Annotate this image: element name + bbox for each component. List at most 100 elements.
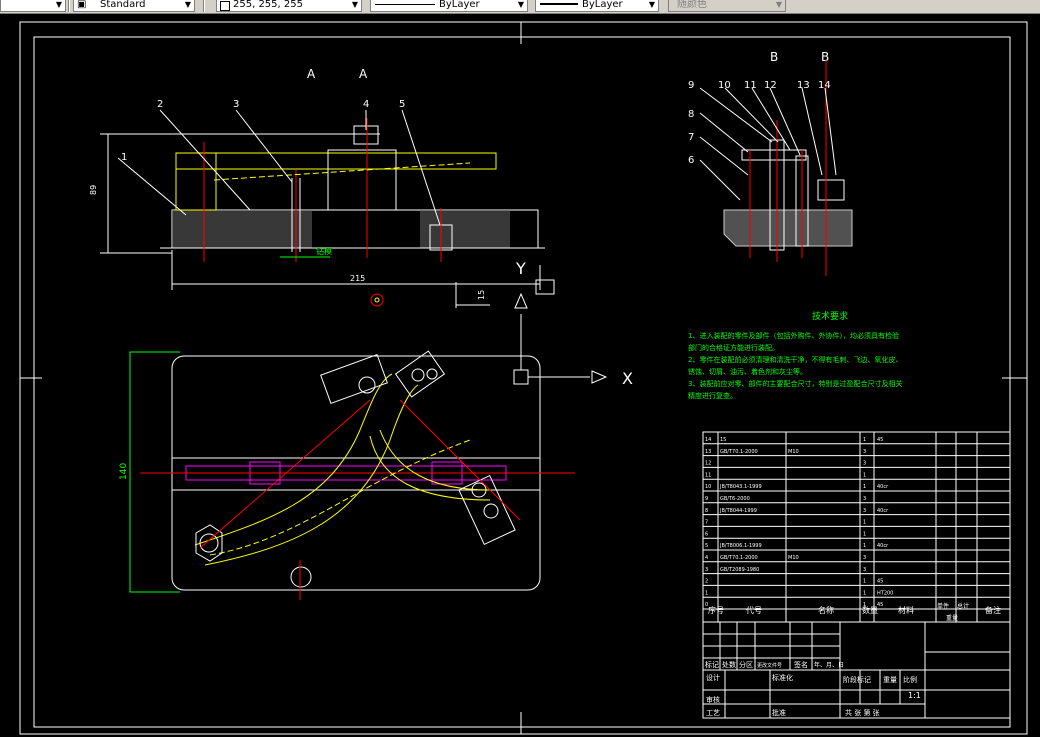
bom-header-unit: 单件 (937, 602, 949, 610)
tech-line-6: 精度进行复查。 (688, 391, 737, 400)
clamp-post (327, 149, 397, 211)
bom-cell: 40cr (877, 543, 889, 549)
tech-line-5: 3、装配前应对零、部件的主要配合尺寸，特别是过盈配合尺寸及相关 (688, 379, 902, 388)
bom-cell: 1 (863, 520, 866, 526)
chevron-down-icon: ▼ (648, 0, 655, 9)
bom-header-no: 序号 (708, 605, 724, 615)
linetype-select[interactable]: ByLayer ▼ (370, 0, 528, 12)
linetype-sample (375, 4, 435, 5)
bom-cell: GB/T6-2000 (720, 496, 750, 502)
tb-zone: 分区 (739, 660, 753, 669)
dropdown-left-stub[interactable]: ▼ (0, 0, 66, 12)
bom-cell: M10 (788, 449, 799, 455)
bom-cell: 3 (705, 567, 708, 573)
bom-cell: 1 (863, 590, 866, 596)
leader-12: 12 (764, 80, 777, 91)
tb-design: 设计 (706, 673, 720, 682)
section-base (723, 209, 853, 247)
bom-cell: GB/T2089-1980 (720, 567, 759, 573)
title-block (702, 621, 1011, 719)
color-value: 255, 255, 255 (233, 0, 303, 10)
chevron-down-icon: ▼ (775, 0, 782, 9)
tech-line-2: 部门的合格证方能进行装配。 (688, 343, 779, 352)
linetype-value: ByLayer (439, 0, 480, 10)
plot-style-value: 随颜色 (677, 0, 707, 10)
bom-cell: 2 (705, 579, 708, 585)
front-view-leaders: 1 2 3 4 5 (117, 99, 441, 226)
bom-cell: M10 (788, 555, 799, 561)
chevron-down-icon: ▼ (55, 0, 62, 9)
clamp-block-right (458, 474, 516, 546)
text-style-value: Standard (100, 0, 146, 10)
tb-process: 工艺 (706, 709, 720, 717)
tech-line-4: 锈蚀、切屑、油污、着色剂和灰尘等。 (688, 367, 807, 376)
bom-cell: 1 (863, 437, 866, 443)
toolbar-separator (203, 0, 205, 12)
dim-width: 215 (350, 274, 365, 283)
leader-6: 6 (688, 155, 694, 166)
bom-cell: 3 (863, 496, 866, 502)
bom-cell: 45 (877, 579, 883, 585)
plot-style-select: 随颜色 ▼ (668, 0, 786, 12)
bom-header-remark: 备注 (985, 605, 1001, 615)
tech-line-3: 2、零件在装配前必须清理和清洗干净，不得有毛刺、飞边、氧化皮、 (688, 355, 902, 364)
dim-vertical: 140 (119, 463, 129, 480)
tb-weight: 重量 (883, 676, 897, 684)
bom-cell: 1 (863, 579, 866, 585)
leader-1: 1 (121, 152, 127, 163)
ucs-icon (513, 292, 608, 385)
bom-header-total: 总计 (957, 602, 969, 610)
drawing-canvas[interactable]: A A B B 89 215 15 钻模 1 2 3 4 5 Y X 140 9… (0, 14, 1040, 737)
chevron-down-icon: ▼ (517, 0, 524, 9)
bom-cell: JB/T8006.1-1999 (719, 543, 762, 549)
leader-9: 9 (688, 80, 694, 91)
small-bolt (370, 293, 384, 307)
color-swatch-icon (220, 1, 230, 11)
bom-cell: 3 (863, 555, 866, 561)
bom-cell: 1 (705, 590, 708, 596)
leader-11: 11 (744, 80, 757, 91)
bom-cell: 7 (705, 520, 708, 526)
lineweight-value: ByLayer (582, 0, 623, 10)
tb-review: 审核 (706, 695, 720, 704)
bom-cell: 15 (720, 437, 726, 443)
leader-13: 13 (797, 80, 810, 91)
clamp-arm (175, 152, 497, 170)
bom-header-mat: 材料 (898, 605, 914, 615)
chevron-down-icon: ▼ (184, 0, 191, 9)
bom-cell: 40cr (877, 484, 889, 490)
section-bb-right: B (821, 50, 829, 64)
section-bb-leaders: 9 10 11 12 13 14 8 7 6 (688, 80, 837, 201)
leader-14: 14 (818, 80, 831, 91)
color-select[interactable]: 255, 255, 255 ▼ (216, 0, 362, 12)
text-style-select[interactable]: ▣ Standard ▼ (73, 0, 195, 12)
text-style-icon: ▣ (77, 0, 87, 10)
bom-cell: 13 (705, 449, 711, 455)
section-labels: A A B B (307, 50, 829, 81)
bom-cell: 4 (705, 555, 708, 561)
leader-7: 7 (688, 132, 694, 143)
bom-cell: 12 (705, 461, 711, 467)
dim-small: 15 (477, 290, 486, 300)
axis-x-label: X (622, 369, 633, 388)
tb-mark: 标记 (705, 660, 719, 669)
center-marks (20, 22, 1027, 734)
dim-detail: 钻模 (316, 246, 332, 256)
tb-scale: 1:1 (908, 691, 921, 700)
bom-cell: 6 (705, 531, 708, 537)
leader-4: 4 (363, 99, 369, 110)
bom-cell: 3 (863, 567, 866, 573)
section-aa-right: A (359, 67, 368, 81)
clamp-head (175, 152, 217, 211)
tb-date: 年、月、日 (814, 661, 844, 669)
tb-stage: 阶段标记 (843, 675, 871, 684)
base-hatch (172, 210, 312, 248)
tb-standard: 标准化 (772, 673, 793, 682)
lineweight-select[interactable]: ByLayer ▼ (535, 0, 659, 12)
bom-header: 序号 代号 名称 数量 材料 单件 总计 重量 备注 (708, 602, 1001, 622)
bom-cell: 1 (863, 531, 866, 537)
tb-doc: 更改文件号 (757, 662, 782, 669)
bom-header-qty: 数量 (862, 605, 878, 615)
bom-frame (702, 431, 1011, 623)
bom-cell: 3 (863, 508, 866, 514)
